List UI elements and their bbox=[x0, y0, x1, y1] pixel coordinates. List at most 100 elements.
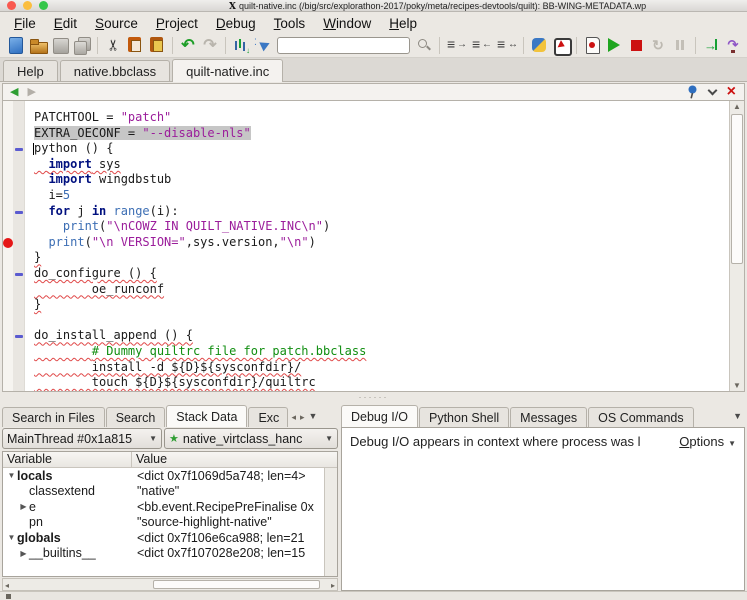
panel-menu-icon[interactable]: ▼ bbox=[309, 411, 318, 421]
tab-native-bbclass[interactable]: native.bbclass bbox=[60, 60, 170, 81]
chevron-down-icon[interactable] bbox=[707, 85, 717, 95]
fold-marker-icon[interactable] bbox=[15, 211, 23, 214]
code-line[interactable]: touch ${D}${sysconfdir}/quiltrc bbox=[3, 375, 728, 391]
table-row[interactable]: ▶e<bb.event.RecipePreFinalise 0x bbox=[3, 499, 324, 515]
menu-help[interactable]: Help bbox=[380, 15, 426, 32]
code-line[interactable]: python () { bbox=[3, 141, 728, 157]
table-row[interactable]: ▼globals<dict 0x7f106e6ca988; len=21 bbox=[3, 530, 324, 546]
indent-left-icon[interactable] bbox=[470, 35, 493, 55]
expander-icon[interactable]: ▼ bbox=[6, 533, 17, 542]
code-line[interactable]: do_configure () { bbox=[3, 266, 728, 282]
code-line[interactable]: EXTRA_OECONF = "--disable-nls" bbox=[3, 126, 728, 142]
table-horizontal-scrollbar[interactable]: ◂ ▸ bbox=[2, 578, 338, 591]
breakpoint-file-icon[interactable] bbox=[582, 35, 602, 55]
scroll-left-icon[interactable]: ◂ bbox=[5, 580, 9, 591]
code-line[interactable]: } bbox=[3, 250, 728, 266]
menu-source[interactable]: Source bbox=[86, 15, 147, 32]
save-all-icon[interactable] bbox=[72, 35, 92, 55]
code-line[interactable]: print("\nCOWZ IN QUILT_NATIVE.INC\n") bbox=[3, 219, 728, 235]
tab-scroll-right-icon[interactable]: ▸ bbox=[300, 412, 305, 423]
tab-quilt-native-inc[interactable]: quilt-native.inc bbox=[172, 59, 283, 82]
code-editor[interactable]: PATCHTOOL = "patch"EXTRA_OECONF = "--dis… bbox=[2, 100, 745, 392]
goto-cursor-icon[interactable] bbox=[253, 35, 273, 55]
breakpoint-icon[interactable] bbox=[3, 238, 13, 248]
table-row[interactable]: classextend"native" bbox=[3, 484, 324, 500]
scrollbar-thumb[interactable] bbox=[153, 580, 320, 589]
tab-search-in-files[interactable]: Search in Files bbox=[2, 407, 105, 427]
new-file-icon[interactable] bbox=[6, 35, 26, 55]
horizontal-splitter[interactable]: ······ bbox=[0, 392, 747, 404]
code-line[interactable]: oe_runconf bbox=[3, 282, 728, 298]
column-value[interactable]: Value bbox=[132, 452, 337, 467]
tab-os-commands[interactable]: OS Commands bbox=[588, 407, 693, 427]
tab-search[interactable]: Search bbox=[106, 407, 166, 427]
close-editor-icon[interactable]: × bbox=[727, 86, 736, 98]
table-row[interactable]: ▶__builtins__<dict 0x7f107028e208; len=1… bbox=[3, 546, 324, 562]
history-back-icon[interactable]: ◀ bbox=[10, 87, 18, 98]
indent-right-icon[interactable] bbox=[445, 35, 468, 55]
tab-exc[interactable]: Exc bbox=[248, 407, 288, 427]
menu-tools[interactable]: Tools bbox=[265, 15, 315, 32]
tab-python-shell[interactable]: Python Shell bbox=[419, 407, 509, 427]
fold-marker-icon[interactable] bbox=[15, 335, 23, 338]
scrollbar-thumb[interactable] bbox=[731, 114, 743, 264]
code-line[interactable]: for j in range(i): bbox=[3, 204, 728, 220]
menu-edit[interactable]: Edit bbox=[45, 15, 86, 32]
menu-file[interactable]: File bbox=[5, 15, 45, 32]
frame-dropdown[interactable]: ★ native_virtclass_hanc▼ bbox=[164, 428, 338, 449]
code-line[interactable]: } bbox=[3, 297, 728, 313]
tab-debug-i-o[interactable]: Debug I/O bbox=[341, 405, 418, 427]
code-line[interactable]: print("\n VERSION=",sys.version,"\n") bbox=[3, 235, 728, 251]
search-mag-icon[interactable] bbox=[414, 35, 434, 55]
close-window-button[interactable] bbox=[7, 1, 16, 10]
scroll-down-icon[interactable]: ▼ bbox=[730, 381, 744, 390]
expander-icon[interactable]: ▼ bbox=[6, 471, 17, 480]
indent-toggle-icon[interactable] bbox=[495, 35, 518, 55]
table-vertical-scrollbar[interactable] bbox=[324, 468, 337, 576]
run-debug-icon[interactable] bbox=[604, 35, 624, 55]
column-variable[interactable]: Variable bbox=[3, 452, 132, 467]
editor-vertical-scrollbar[interactable]: ▲ ▼ bbox=[729, 101, 744, 391]
code-line[interactable]: i=5 bbox=[3, 188, 728, 204]
variable-table-header[interactable]: Variable Value bbox=[3, 452, 337, 468]
debug-attach-icon[interactable] bbox=[551, 35, 571, 55]
copy-icon[interactable] bbox=[125, 35, 145, 55]
history-forward-icon[interactable]: ▶ bbox=[27, 87, 35, 98]
python-icon[interactable] bbox=[529, 35, 549, 55]
pause-icon[interactable] bbox=[670, 35, 690, 55]
minimize-window-button[interactable] bbox=[23, 1, 32, 10]
fold-marker-icon[interactable] bbox=[15, 148, 23, 151]
table-row[interactable]: pn"source-highlight-native" bbox=[3, 515, 324, 531]
pin-icon[interactable] bbox=[687, 85, 698, 99]
code-line[interactable]: install -d ${D}${sysconfdir}/ bbox=[3, 360, 728, 376]
step-over-icon[interactable] bbox=[723, 35, 743, 55]
maximize-window-button[interactable] bbox=[39, 1, 48, 10]
scroll-up-icon[interactable]: ▲ bbox=[730, 102, 744, 111]
resize-grip[interactable] bbox=[6, 594, 11, 599]
expander-icon[interactable]: ▶ bbox=[18, 549, 29, 558]
stop-debug-icon[interactable] bbox=[626, 35, 646, 55]
toolbar-search-input[interactable] bbox=[277, 37, 410, 54]
menu-debug[interactable]: Debug bbox=[207, 15, 265, 32]
expander-icon[interactable]: ▶ bbox=[18, 502, 29, 511]
tab-stack-data[interactable]: Stack Data bbox=[166, 405, 247, 427]
thread-dropdown[interactable]: MainThread #0x1a815▼ bbox=[2, 428, 162, 449]
cut-icon[interactable] bbox=[103, 35, 123, 55]
step-into-icon[interactable] bbox=[701, 35, 721, 55]
menu-project[interactable]: Project bbox=[147, 15, 207, 32]
paste-icon[interactable] bbox=[147, 35, 167, 55]
symbol-bars-icon[interactable] bbox=[231, 35, 251, 55]
menu-window[interactable]: Window bbox=[314, 15, 380, 32]
save-icon[interactable] bbox=[50, 35, 70, 55]
undo-icon[interactable] bbox=[178, 35, 198, 55]
code-area[interactable]: PATCHTOOL = "patch"EXTRA_OECONF = "--dis… bbox=[3, 101, 728, 391]
panel-menu-icon[interactable]: ▼ bbox=[733, 411, 742, 421]
fold-marker-icon[interactable] bbox=[15, 273, 23, 276]
table-row[interactable]: ▼locals<dict 0x7f1069d5a748; len=4> bbox=[3, 468, 324, 484]
code-line[interactable]: import wingdbstub bbox=[3, 172, 728, 188]
open-file-icon[interactable] bbox=[28, 35, 48, 55]
code-line[interactable]: import sys bbox=[3, 157, 728, 173]
tab-messages[interactable]: Messages bbox=[510, 407, 587, 427]
code-line[interactable]: do_install_append () { bbox=[3, 328, 728, 344]
redo-icon[interactable] bbox=[200, 35, 220, 55]
